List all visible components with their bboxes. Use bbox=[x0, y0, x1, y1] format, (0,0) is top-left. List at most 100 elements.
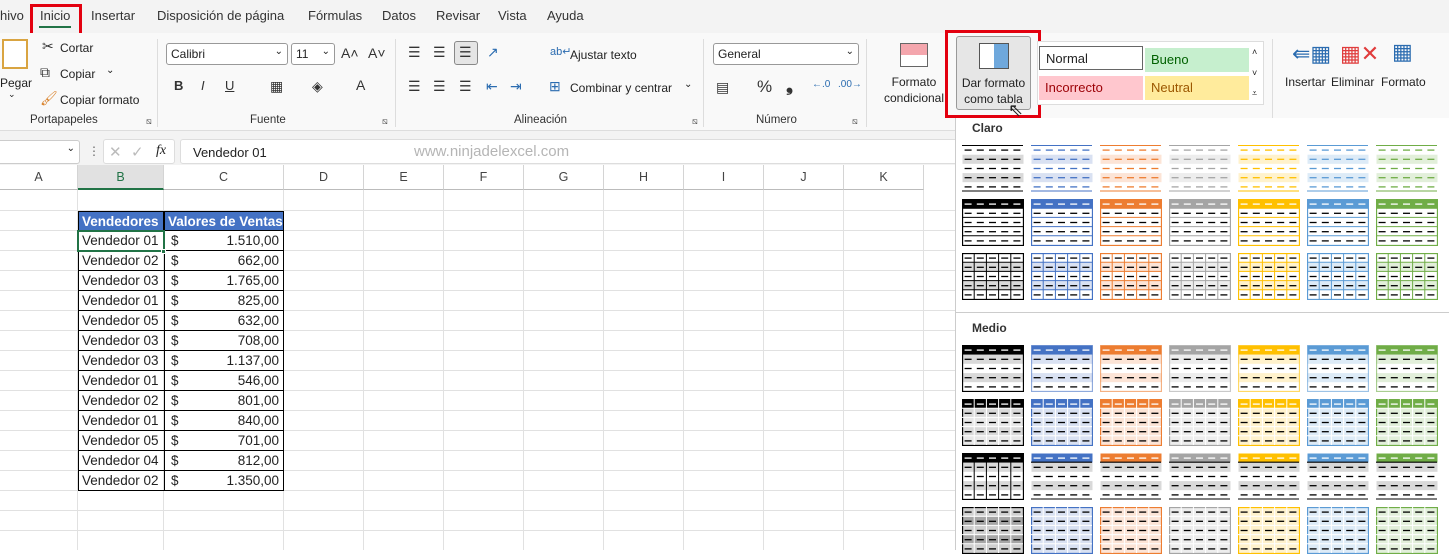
table-cell-value[interactable]: $708,00 bbox=[164, 331, 284, 351]
table-cell-vendor[interactable]: Vendedor 01 bbox=[78, 371, 165, 391]
table-cell-vendor[interactable]: Vendedor 02 bbox=[78, 391, 165, 411]
table-style-l1-1[interactable] bbox=[962, 145, 1024, 192]
column-header-h[interactable]: H bbox=[604, 165, 684, 190]
cancel-icon[interactable]: ✕ bbox=[109, 143, 122, 161]
tab-datos[interactable]: Datos bbox=[382, 8, 416, 23]
table-style-l1-6[interactable] bbox=[1307, 145, 1369, 192]
paste-button[interactable]: Pegar bbox=[0, 76, 32, 90]
table-style-l3-7[interactable] bbox=[1375, 252, 1439, 301]
gallery-more-icon[interactable]: ⩡ bbox=[1252, 88, 1257, 99]
table-style-l2-2[interactable] bbox=[1030, 198, 1094, 247]
table-style-m1-7[interactable] bbox=[1375, 344, 1439, 393]
table-cell-vendor[interactable]: Vendedor 03 bbox=[78, 271, 165, 291]
table-style-m2-4[interactable] bbox=[1168, 398, 1232, 447]
table-style-m3-3[interactable] bbox=[1100, 453, 1162, 500]
table-style-l2-3[interactable] bbox=[1099, 198, 1163, 247]
table-style-l1-4[interactable] bbox=[1169, 145, 1231, 192]
style-normal[interactable]: Normal bbox=[1039, 46, 1143, 70]
tab-ayuda[interactable]: Ayuda bbox=[547, 8, 584, 23]
comma-button[interactable]: ❟ bbox=[786, 75, 793, 96]
table-cell-vendor[interactable]: Vendedor 04 bbox=[78, 451, 165, 471]
enter-icon[interactable]: ✓ bbox=[131, 143, 144, 161]
format-painter-button[interactable]: Copiar formato bbox=[60, 93, 139, 107]
table-cell-value[interactable]: $812,00 bbox=[164, 451, 284, 471]
table-style-l2-1[interactable] bbox=[961, 198, 1025, 247]
column-header-i[interactable]: I bbox=[684, 165, 764, 190]
name-box[interactable]: B3⌄ bbox=[0, 140, 80, 164]
style-bueno[interactable]: Bueno bbox=[1145, 48, 1249, 72]
table-style-m2-6[interactable] bbox=[1306, 398, 1370, 447]
number-format-select[interactable]: General ⌄ bbox=[713, 43, 859, 65]
table-header[interactable]: Valores de Ventas bbox=[164, 211, 284, 231]
table-style-m4-6[interactable] bbox=[1306, 506, 1370, 555]
decrease-indent-icon[interactable]: ⇤ bbox=[486, 78, 498, 95]
column-header-c[interactable]: C bbox=[164, 165, 284, 190]
table-style-m1-4[interactable] bbox=[1168, 344, 1232, 393]
table-style-l2-5[interactable] bbox=[1237, 198, 1301, 247]
font-name-select[interactable]: Calibri ⌄ bbox=[166, 43, 288, 65]
table-style-m3-2[interactable] bbox=[1031, 453, 1093, 500]
align-right-icon[interactable]: ☰ bbox=[459, 78, 472, 95]
table-style-m3-6[interactable] bbox=[1307, 453, 1369, 500]
column-header-g[interactable]: G bbox=[524, 165, 604, 190]
tab-revisar[interactable]: Revisar bbox=[436, 8, 480, 23]
column-header-j[interactable]: J bbox=[764, 165, 844, 190]
table-style-m2-2[interactable] bbox=[1030, 398, 1094, 447]
tab-vista[interactable]: Vista bbox=[498, 8, 527, 23]
column-header-e[interactable]: E bbox=[364, 165, 444, 190]
delete-button[interactable]: Eliminar bbox=[1331, 75, 1374, 89]
merge-center-button[interactable]: Combinar y centrar bbox=[570, 81, 672, 95]
column-header-k[interactable]: K bbox=[844, 165, 924, 190]
table-cell-vendor[interactable]: Vendedor 05 bbox=[78, 431, 165, 451]
table-cell-value[interactable]: $825,00 bbox=[164, 291, 284, 311]
increase-indent-icon[interactable]: ⇥ bbox=[510, 78, 522, 95]
table-style-m1-3[interactable] bbox=[1099, 344, 1163, 393]
table-cell-value[interactable]: $632,00 bbox=[164, 311, 284, 331]
table-style-m1-1[interactable] bbox=[961, 344, 1025, 393]
align-center-icon[interactable]: ☰ bbox=[433, 78, 446, 95]
table-cell-vendor[interactable]: Vendedor 03 bbox=[78, 331, 165, 351]
accounting-format-icon[interactable]: ▤ bbox=[716, 79, 729, 96]
worksheet-grid[interactable]: A B C D E F G H I J K Vendedores Valores de Ventas Ve… bbox=[0, 165, 955, 550]
number-launcher-icon[interactable]: ⧅ bbox=[852, 116, 858, 127]
merge-chevron-icon[interactable]: ⌄ bbox=[684, 79, 692, 90]
table-style-l1-7[interactable] bbox=[1376, 145, 1438, 192]
table-style-m3-1[interactable] bbox=[961, 452, 1025, 501]
align-bottom-icon[interactable]: ☰ bbox=[454, 41, 478, 65]
align-middle-icon[interactable]: ☰ bbox=[433, 44, 446, 61]
insert-button[interactable]: Insertar bbox=[1285, 75, 1326, 89]
clipboard-launcher-icon[interactable]: ⧅ bbox=[146, 116, 152, 127]
table-style-l2-6[interactable] bbox=[1306, 198, 1370, 247]
underline-button[interactable]: U bbox=[225, 78, 234, 93]
table-style-l1-3[interactable] bbox=[1100, 145, 1162, 192]
table-cell-value[interactable]: $840,00 bbox=[164, 411, 284, 431]
table-style-m4-1[interactable] bbox=[961, 506, 1025, 555]
table-cell-vendor[interactable]: Vendedor 03 bbox=[78, 351, 165, 371]
column-header-d[interactable]: D bbox=[284, 165, 364, 190]
increase-font-icon[interactable]: A˄ bbox=[341, 45, 359, 61]
table-style-m3-4[interactable] bbox=[1169, 453, 1231, 500]
tab-insertar[interactable]: Insertar bbox=[91, 8, 135, 23]
table-cell-value[interactable]: $1.510,00 bbox=[164, 231, 284, 251]
table-style-m3-7[interactable] bbox=[1376, 453, 1438, 500]
table-cell-value[interactable]: $662,00 bbox=[164, 251, 284, 271]
conditional-format-button[interactable]: Formato condicional bbox=[872, 74, 956, 106]
column-header-a[interactable]: A bbox=[0, 165, 78, 190]
more-options-icon[interactable]: ⋮ bbox=[88, 144, 100, 158]
table-cell-value[interactable]: $1.765,00 bbox=[164, 271, 284, 291]
font-launcher-icon[interactable]: ⧅ bbox=[382, 116, 388, 127]
decrease-font-icon[interactable]: A˅ bbox=[368, 45, 386, 61]
table-style-l3-1[interactable] bbox=[961, 252, 1025, 301]
table-cell-value[interactable]: $1.137,00 bbox=[164, 351, 284, 371]
table-style-m2-5[interactable] bbox=[1237, 398, 1301, 447]
orientation-icon[interactable]: ↗ bbox=[487, 44, 499, 61]
tab-archivo[interactable]: hivo bbox=[0, 8, 24, 23]
table-style-l3-2[interactable] bbox=[1030, 252, 1094, 301]
copy-button[interactable]: Copiar bbox=[60, 67, 95, 81]
alignment-launcher-icon[interactable]: ⧅ bbox=[692, 116, 698, 127]
table-style-m4-5[interactable] bbox=[1237, 506, 1301, 555]
table-style-m1-2[interactable] bbox=[1030, 344, 1094, 393]
table-style-m4-2[interactable] bbox=[1030, 506, 1094, 555]
table-cell-value[interactable]: $701,00 bbox=[164, 431, 284, 451]
style-incorrecto[interactable]: Incorrecto bbox=[1039, 76, 1143, 100]
